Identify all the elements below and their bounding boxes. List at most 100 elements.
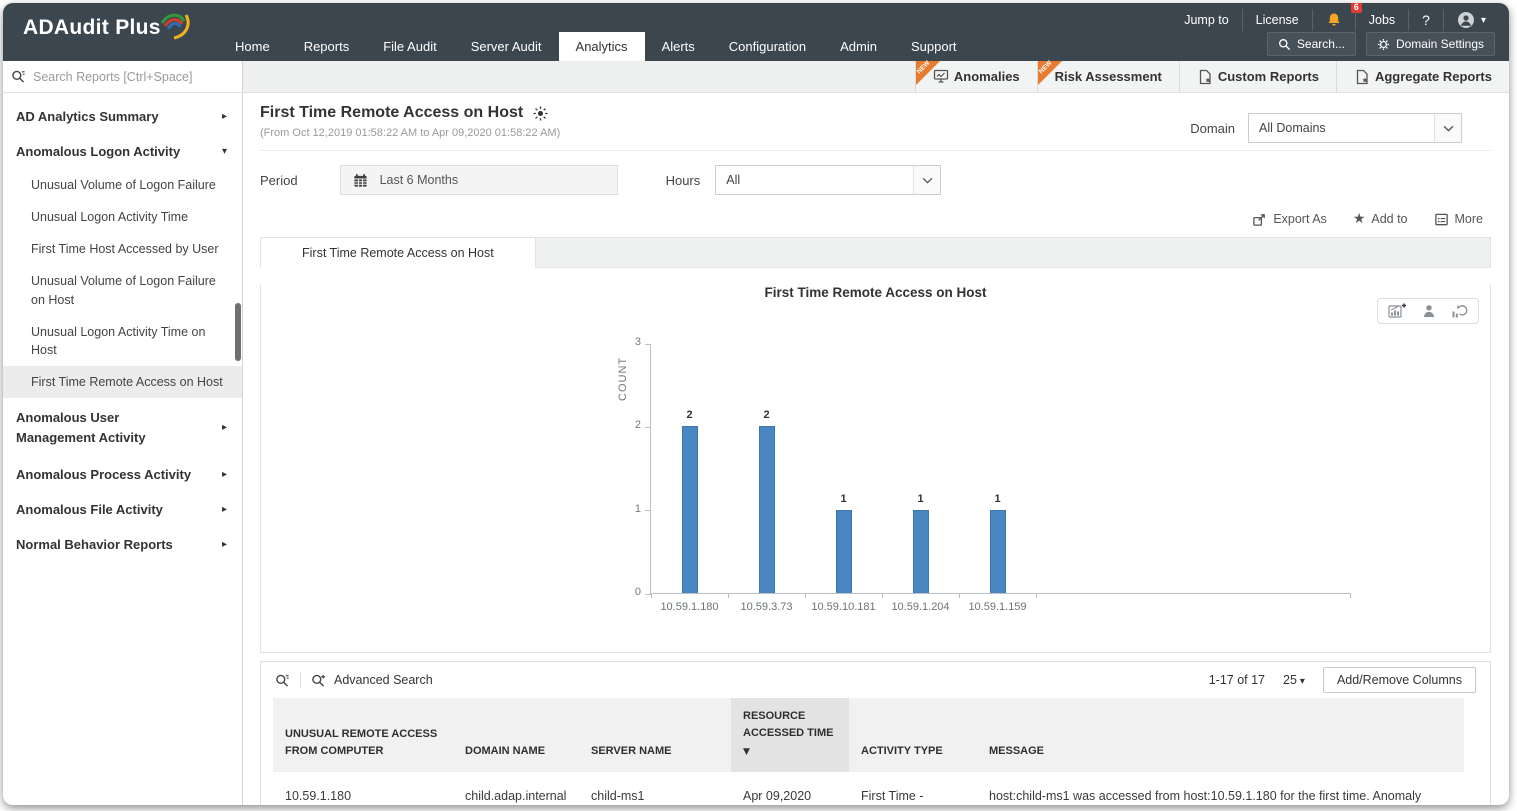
help-button[interactable]: ? [1408,9,1443,31]
report-search-input[interactable] [33,69,242,84]
col-server-name[interactable]: SERVER NAME [579,698,731,773]
x-axis-tick [805,593,806,598]
table-search-icon[interactable] [275,673,290,688]
jump-to-link[interactable]: Jump to [1171,9,1241,31]
chart-bar[interactable] [758,426,775,593]
nav-reports[interactable]: Reports [287,32,367,61]
col-message[interactable]: MESSAGE [977,698,1464,773]
period-value: Last 6 Months [379,173,459,187]
nav-configuration[interactable]: Configuration [712,32,823,61]
app-logo[interactable]: ADAudit Plus [23,13,191,42]
sidebar-item-unusual-logon-activity-time-host[interactable]: Unusual Logon Activity Time on Host [3,316,242,366]
chart-toolbar [1377,298,1479,324]
sidebar-item-anomalous-process-activity[interactable]: Anomalous Process Activity ▸ [3,457,242,492]
hours-select-value: All [726,173,741,187]
nav-server-audit[interactable]: Server Audit [454,32,559,61]
sidebar-item-first-time-host-accessed[interactable]: First Time Host Accessed by User [3,233,242,265]
global-search-button[interactable]: Search... [1266,32,1356,56]
bar-value-label: 1 [840,493,847,505]
band-spacer [243,61,915,92]
tab-aggregate-reports[interactable]: Aggregate Reports [1335,61,1509,92]
page-title: First Time Remote Access on Host [260,104,524,121]
secondary-band: NEW Anomalies NEW Risk Assessment Cust [3,60,1509,93]
cell-domain: child.adap.internal [465,789,567,804]
x-axis-tick [1036,593,1037,598]
search-icon [1278,38,1291,50]
notifications-button[interactable]: 6 [1311,3,1362,31]
y-axis-tick [645,426,651,428]
table-row[interactable]: 10.59.1.180 child.adap.internal child-ms… [273,772,1464,805]
advanced-search-icon[interactable] [311,673,326,688]
nav-analytics[interactable]: Analytics [558,32,645,61]
nav-home[interactable]: Home [218,32,287,61]
new-ribbon: NEW [1037,60,1062,85]
tab-risk-assessment[interactable]: NEW Risk Assessment [1036,60,1179,92]
main-nav: Home Reports File Audit Server Audit Ana… [218,32,974,61]
schedule-sun-icon[interactable] [533,105,548,121]
bar-value-label: 1 [994,493,1001,505]
sidebar-item-unusual-volume-logon-failure-host[interactable]: Unusual Volume of Logon Failure on Host [3,265,242,315]
chart-bar[interactable] [989,510,1006,593]
top-header: ADAudit Plus Jump to License 6 Jobs ? ▾ … [3,3,1509,61]
calendar-icon [353,173,367,187]
chart-bar[interactable] [835,510,852,593]
table-toolbar: Advanced Search 1-17 of 17 25 ▾ Add/Remov… [261,662,1490,698]
table-header-row: UNUSUAL REMOTE ACCESS FROM COMPUTER DOMA… [273,698,1464,773]
col-unusual-remote-access[interactable]: UNUSUAL REMOTE ACCESS FROM COMPUTER [273,698,453,773]
export-as-button[interactable]: Export As [1252,211,1327,227]
tab-custom-reports-label: Custom Reports [1217,69,1319,84]
sidebar-item-normal-behavior-reports[interactable]: Normal Behavior Reports ▸ [3,527,242,562]
x-tick-label: 10.59.1.159 [968,601,1027,613]
tab-anomalies[interactable]: NEW Anomalies [914,60,1037,92]
main-content: First Time Remote Access on Host (From O [243,93,1509,805]
add-remove-columns-button[interactable]: Add/Remove Columns [1322,667,1476,693]
account-menu[interactable]: ▾ [1442,9,1499,31]
nav-file-audit[interactable]: File Audit [366,32,453,61]
chart-bar[interactable] [681,426,698,593]
domain-select[interactable]: All Domains [1248,113,1462,143]
user-icon[interactable] [1421,303,1437,319]
sidebar-item-anomalous-logon-activity[interactable]: Anomalous Logon Activity ▾ [3,134,242,169]
export-as-label: Export As [1273,212,1327,226]
caret-down-icon: ▾ [1299,676,1305,687]
nav-admin[interactable]: Admin [823,32,894,61]
sidebar-item-first-time-remote-access[interactable]: First Time Remote Access on Host [3,365,242,398]
sidebar-scrollbar[interactable] [235,303,241,361]
x-axis-tick [882,593,883,598]
sidebar-item-unusual-volume-logon-failure[interactable]: Unusual Volume of Logon Failure [3,169,242,201]
col-resource-accessed-time[interactable]: RESOURCE ACCESSED TIME ▼ [731,698,849,773]
filter-row: Period Last 6 Months Hours All [260,151,1491,209]
advanced-search-label[interactable]: Advanced Search [334,673,433,687]
nav-alerts[interactable]: Alerts [645,32,712,61]
refresh-chart-icon[interactable] [1451,303,1468,319]
license-link[interactable]: License [1241,9,1312,31]
cell-computer: 10.59.1.180 [285,789,352,804]
chevron-down-icon [1443,125,1453,132]
bar-value-label: 1 [917,493,924,505]
hours-select[interactable]: All [715,165,942,195]
sidebar-item-ad-analytics-summary[interactable]: AD Analytics Summary ▸ [3,99,242,134]
chart-bar[interactable] [912,510,929,593]
nav-support[interactable]: Support [894,32,974,61]
jobs-link[interactable]: Jobs [1354,9,1408,31]
chart-title: First Time Remote Access on Host [764,285,987,300]
add-to-button[interactable]: ★ Add to [1353,211,1408,227]
domain-settings-label: Domain Settings [1395,37,1484,51]
sidebar-item-anomalous-user-management[interactable]: Anomalous User Management Activity ▸ [3,398,242,457]
chevron-right-icon: ▸ [221,111,227,122]
avatar-icon [1457,12,1474,28]
more-button[interactable]: More [1434,211,1483,227]
tab-first-time-remote-access[interactable]: First Time Remote Access on Host [261,238,536,268]
sidebar-item-anomalous-file-activity[interactable]: Anomalous File Activity ▸ [3,492,242,527]
add-chart-icon[interactable] [1388,303,1407,319]
domain-settings-button[interactable]: Domain Settings [1365,32,1495,56]
report-search-icon[interactable] [3,69,33,84]
app-logo-text: ADAudit Plus [23,16,161,39]
y-tick-label: 0 [634,586,641,598]
period-picker[interactable]: Last 6 Months [339,165,618,195]
page-size-select[interactable]: 25 ▾ [1283,673,1305,687]
col-domain-name[interactable]: DOMAIN NAME [453,698,579,773]
tab-custom-reports[interactable]: Custom Reports [1178,61,1336,92]
sidebar-item-unusual-logon-activity-time[interactable]: Unusual Logon Activity Time [3,201,242,233]
col-activity-type[interactable]: ACTIVITY TYPE [849,698,977,773]
